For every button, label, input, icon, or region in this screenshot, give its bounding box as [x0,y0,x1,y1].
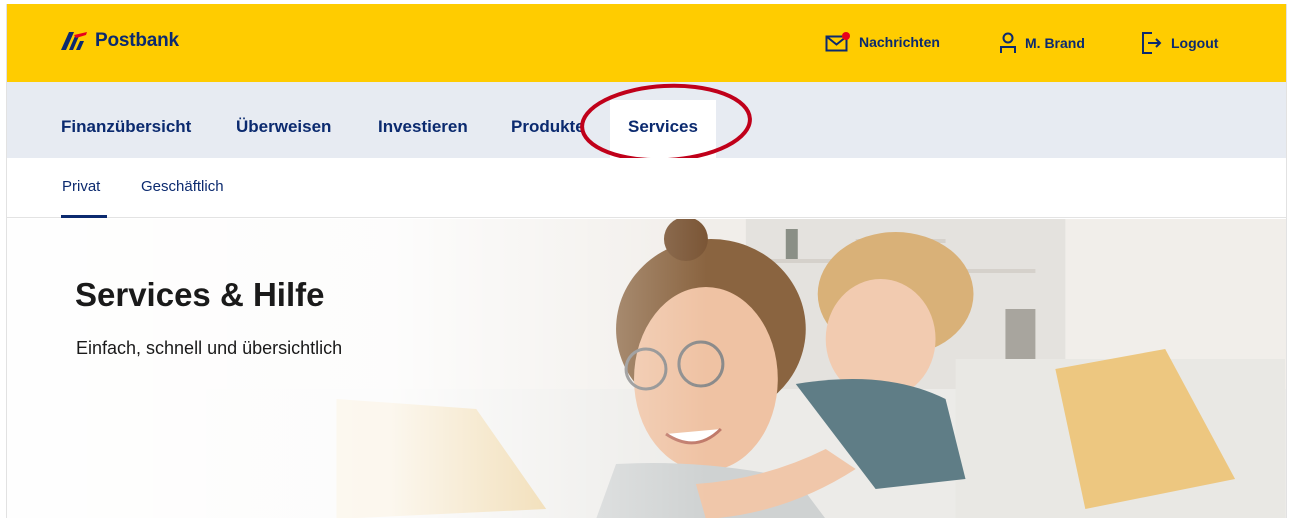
subnav-privat[interactable]: Privat [62,178,100,195]
nav-services-active[interactable]: Services [610,100,716,158]
messages-link[interactable]: Nachrichten [825,32,940,52]
messages-label: Nachrichten [859,34,940,50]
nav-ueberweisen[interactable]: Überweisen [236,100,331,158]
postbank-logo[interactable]: Postbank [59,30,179,52]
subnav-geschaeftlich[interactable]: Geschäftlich [141,178,224,195]
user-icon [1000,32,1016,53]
hero-text-overlay [7,219,707,518]
nav-investieren[interactable]: Investieren [378,100,468,158]
user-profile-link[interactable]: M. Brand [999,32,1085,54]
sub-navigation: Privat Geschäftlich [7,158,1286,218]
brand-name: Postbank [95,30,179,51]
hero-subtitle: Einfach, schnell und übersichtlich [76,338,343,358]
top-header: Postbank Nachrichten M. Brand Logout [7,4,1286,82]
hero-banner: Services & Hilfe Einfach, schnell und üb… [7,219,1286,518]
logout-button[interactable]: Logout [1141,32,1218,54]
mail-icon [825,32,850,52]
main-navigation: Finanzübersicht Überweisen Investieren P… [7,82,1286,158]
nav-produkte[interactable]: Produkte [511,100,585,158]
postbank-logo-icon [61,32,87,50]
hero-title: Services & Hilfe [75,276,325,313]
nav-finanzuebersicht[interactable]: Finanzübersicht [61,100,191,158]
logout-icon [1142,32,1162,54]
user-name: M. Brand [1025,35,1085,51]
active-tab-indicator [61,215,107,218]
logout-label: Logout [1171,35,1219,51]
page-frame: Postbank Nachrichten M. Brand Logout Fin… [6,4,1287,518]
